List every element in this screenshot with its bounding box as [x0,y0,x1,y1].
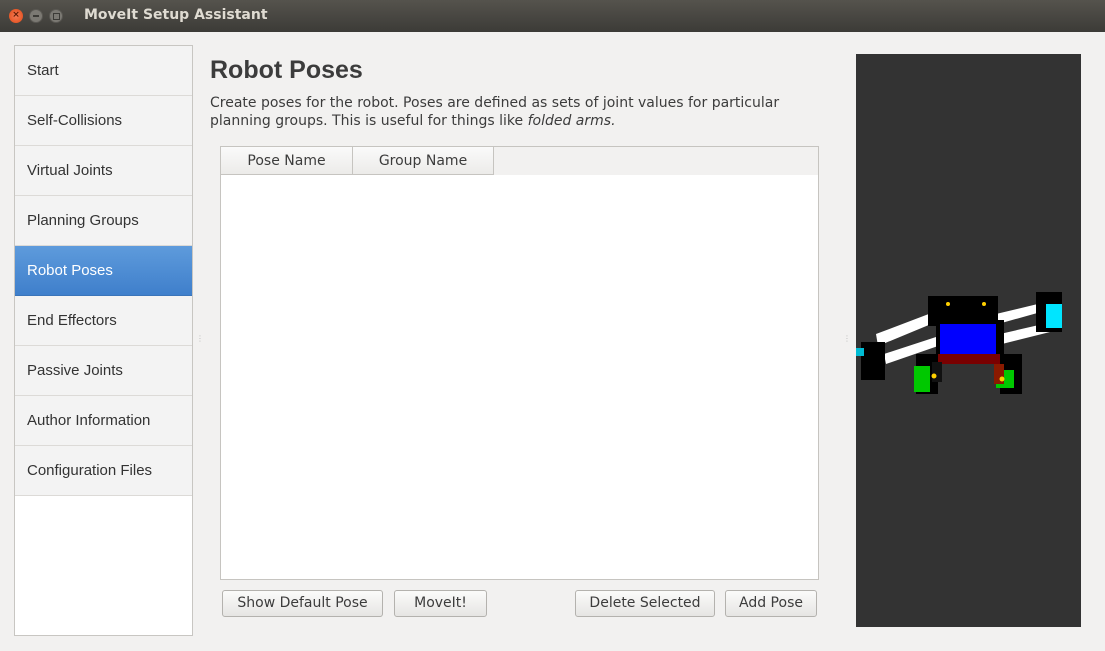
nav-item-start[interactable]: Start [15,46,192,96]
robot-body-base [936,354,1002,364]
nav-item-configuration-files[interactable]: Configuration Files [15,446,192,496]
nav-item-robot-poses[interactable]: Robot Poses [15,246,192,296]
robot-left-claw-tip [856,348,864,356]
nav-item-end-effectors[interactable]: End Effectors [15,296,192,346]
poses-table[interactable]: Pose Name Group Name [220,146,819,580]
robot-leg-rear-left [932,362,942,382]
description-line-1: Create poses for the robot. Poses are de… [210,95,780,111]
robot-joint-marker [999,376,1005,382]
show-default-pose-button[interactable]: Show Default Pose [222,590,383,617]
robot-wheel-front-left [914,366,930,392]
page-title: Robot Poses [210,56,363,84]
robot-joint-marker [931,373,937,379]
description-line-2-text: planning groups. This is useful for thin… [210,113,528,129]
splitter-handle-left[interactable]: ⋮ [196,334,204,343]
robot-3d-viewer[interactable] [856,54,1081,627]
robot-left-claw [861,342,885,380]
column-header-group-name[interactable]: Group Name [353,147,494,175]
table-header: Pose Name Group Name [221,147,494,175]
delete-selected-button[interactable]: Delete Selected [575,590,715,617]
robot-body-core [940,324,996,354]
robot-joint-marker [982,302,986,306]
add-pose-button[interactable]: Add Pose [725,590,817,617]
nav-item-author-information[interactable]: Author Information [15,396,192,446]
column-header-pose-name[interactable]: Pose Name [221,147,353,175]
page-description: Create poses for the robot. Poses are de… [210,94,840,130]
window-title: MoveIt Setup Assistant [84,7,268,23]
nav-item-planning-groups[interactable]: Planning Groups [15,196,192,246]
app-window: × MoveIt Setup Assistant Start Self-Coll… [0,0,1105,651]
nav-item-passive-joints[interactable]: Passive Joints [15,346,192,396]
nav-item-virtual-joints[interactable]: Virtual Joints [15,146,192,196]
description-emphasis: folded arms. [527,113,616,129]
robot-joint-marker [946,302,950,306]
maximize-window-button[interactable] [49,9,63,23]
splitter-handle-right[interactable]: ⋮ [843,334,851,343]
navigation-sidebar: Start Self-Collisions Virtual Joints Pla… [14,45,193,636]
robot-model-render [856,292,1062,394]
minimize-window-button[interactable] [29,9,43,23]
moveit-button[interactable]: MoveIt! [394,590,487,617]
robot-right-claw-tip [1046,304,1062,328]
table-header-filler [494,147,818,175]
title-bar: × MoveIt Setup Assistant [0,0,1105,32]
nav-item-self-collisions[interactable]: Self-Collisions [15,96,192,146]
description-line-2: planning groups. This is useful for thin… [210,112,840,130]
close-window-button[interactable]: × [9,9,23,23]
